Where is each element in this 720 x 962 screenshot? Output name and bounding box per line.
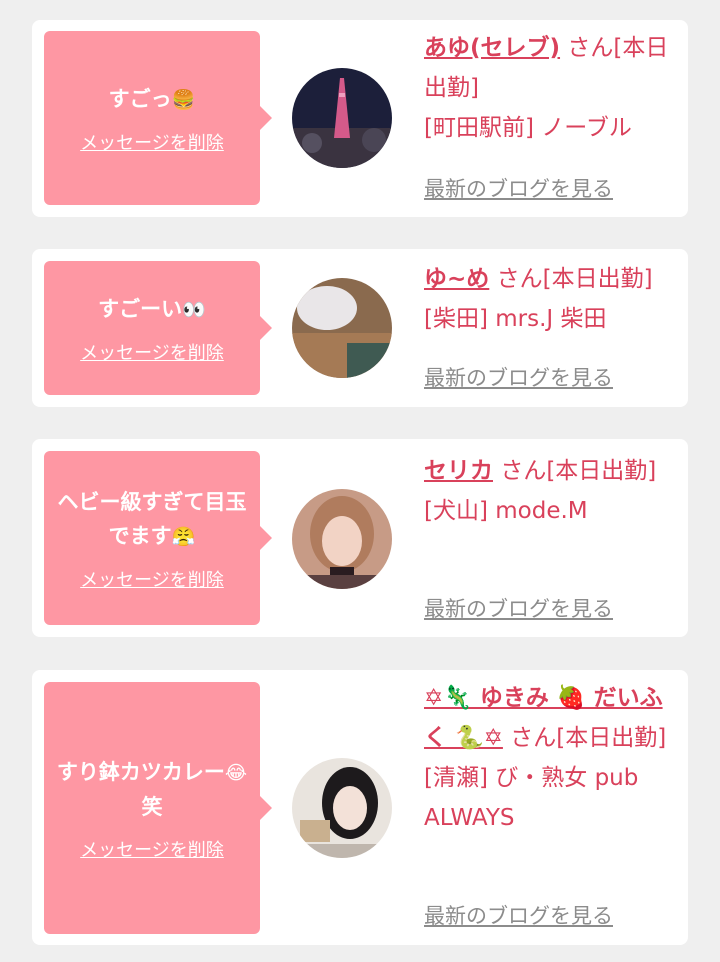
- message-bubble: すり鉢カツカレー😂笑 メッセージを削除: [44, 682, 272, 934]
- status-text: さん[本日出勤]: [510, 725, 667, 751]
- user-name-link[interactable]: ゆ~め: [424, 266, 489, 292]
- shop-text: [町田駅前] ノーブル: [424, 115, 632, 141]
- user-info: ゆ~め さん[本日出勤] [柴田] mrs.J 柴田: [424, 259, 679, 339]
- message-card: ヘビー級すぎて目玉でます😤 メッセージを削除 セリカ さん[本日出勤] [犬山]…: [32, 439, 688, 637]
- shop-text: [柴田] mrs.J 柴田: [424, 306, 607, 332]
- message-card: すごーい👀 メッセージを削除 ゆ~め さん[本日出勤] [柴田] mrs.J 柴…: [32, 249, 688, 407]
- avatar[interactable]: [292, 278, 392, 378]
- message-bubble: すごーい👀 メッセージを削除: [44, 261, 272, 395]
- message-bubble: ヘビー級すぎて目玉でます😤 メッセージを削除: [44, 451, 272, 625]
- message-card: すり鉢カツカレー😂笑 メッセージを削除 ✡🦎 ゆきみ 🍓 だいふく 🐍✡ さん[…: [32, 670, 688, 945]
- status-text: さん[本日出勤]: [500, 458, 657, 484]
- shop-text: [清瀬] び・熟女 pub ALWAYS: [424, 765, 639, 831]
- delete-message-link[interactable]: メッセージを削除: [80, 339, 224, 365]
- shop-text: [犬山] mode.M: [424, 498, 588, 524]
- delete-message-link[interactable]: メッセージを削除: [80, 129, 224, 155]
- status-text: さん[本日出勤]: [496, 266, 653, 292]
- message-text: ヘビー級すぎて目玉でます😤: [57, 489, 247, 548]
- avatar[interactable]: [292, 489, 392, 589]
- avatar[interactable]: [292, 68, 392, 168]
- message-text: すごっ🍔: [108, 86, 196, 111]
- user-name-link[interactable]: セリカ: [424, 458, 493, 484]
- latest-blog-link[interactable]: 最新のブログを見る: [424, 362, 613, 392]
- latest-blog-link[interactable]: 最新のブログを見る: [424, 900, 613, 930]
- delete-message-link[interactable]: メッセージを削除: [80, 836, 224, 862]
- user-info: セリカ さん[本日出勤] [犬山] mode.M: [424, 451, 679, 531]
- user-info: ✡🦎 ゆきみ 🍓 だいふく 🐍✡ さん[本日出勤] [清瀬] び・熟女 pub …: [424, 678, 679, 838]
- message-text: すごーい👀: [98, 296, 206, 321]
- user-name-link[interactable]: あゆ(セレブ): [424, 35, 560, 61]
- latest-blog-link[interactable]: 最新のブログを見る: [424, 173, 613, 203]
- message-bubble: すごっ🍔 メッセージを削除: [44, 31, 272, 205]
- delete-message-link[interactable]: メッセージを削除: [80, 566, 224, 592]
- avatar[interactable]: [292, 758, 392, 858]
- message-card: すごっ🍔 メッセージを削除 あゆ(セレブ) さん[本日出勤] [町田駅前] ノー…: [32, 20, 688, 217]
- latest-blog-link[interactable]: 最新のブログを見る: [424, 593, 613, 623]
- user-info: あゆ(セレブ) さん[本日出勤] [町田駅前] ノーブル: [424, 28, 679, 148]
- message-text: すり鉢カツカレー😂笑: [56, 759, 248, 819]
